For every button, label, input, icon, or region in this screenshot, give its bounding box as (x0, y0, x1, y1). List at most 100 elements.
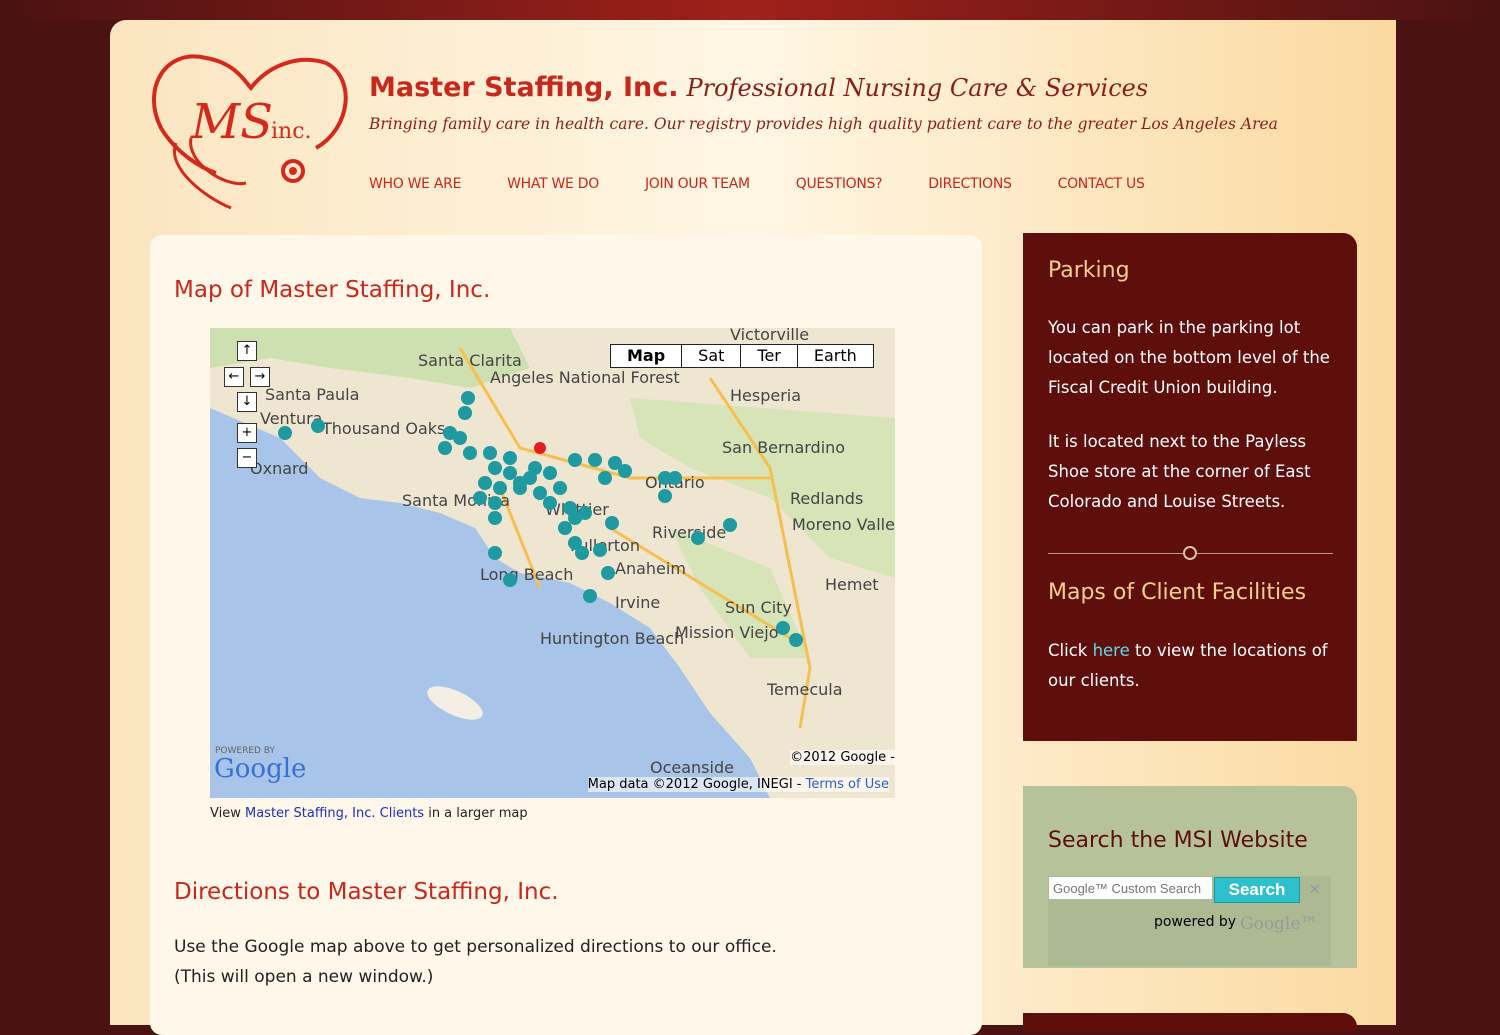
map-marker[interactable] (503, 451, 517, 465)
map-marker[interactable] (523, 471, 537, 485)
terms-of-use-link[interactable]: Terms of Use (806, 777, 889, 792)
map-marker[interactable] (593, 543, 607, 557)
facilities-here-link[interactable]: here (1093, 641, 1130, 660)
pan-up-icon[interactable]: ↑ (237, 341, 257, 361)
map-link-suffix: in a larger map (428, 806, 528, 821)
parking-panel: Parking You can park in the parking lot … (1023, 233, 1357, 741)
map-city-label: Irvine (615, 593, 660, 612)
map-city-label: Victorville (730, 328, 809, 344)
map-marker[interactable] (598, 471, 612, 485)
map-marker[interactable] (483, 446, 497, 460)
map-city-label: Oxnard (250, 459, 308, 478)
map-city-label: Moreno Valley (792, 515, 895, 534)
facilities-text: Click here to view the locations of our … (1048, 636, 1348, 696)
map-marker[interactable] (488, 511, 502, 525)
map-city-label: San Bernardino (722, 438, 845, 457)
company-name: Master Staffing, Inc. (369, 72, 679, 103)
zoom-out-icon[interactable]: − (237, 448, 257, 468)
office-marker[interactable] (534, 442, 546, 454)
map-marker[interactable] (605, 516, 619, 530)
map-marker[interactable] (568, 453, 582, 467)
search-input[interactable] (1049, 877, 1212, 899)
map-marker[interactable] (503, 573, 517, 587)
map-city-label: Thousand Oaks (321, 419, 445, 438)
map-marker[interactable] (461, 391, 475, 405)
map-type-map[interactable]: Map (611, 345, 683, 367)
pan-left-icon[interactable]: ← (224, 367, 244, 387)
map-canvas[interactable]: Santa ClaritaAngeles National ForestVict… (210, 328, 895, 798)
nav-questions[interactable]: QUESTIONS? (796, 176, 883, 192)
google-map[interactable]: Santa Clarita Angeles National Forest Vict… (210, 328, 895, 798)
clear-icon[interactable]: × (1308, 879, 1321, 898)
divider-ornament-icon (1183, 546, 1197, 560)
logo-heart-stethoscope[interactable]: MS inc. (146, 48, 356, 218)
nav-directions[interactable]: DIRECTIONS (928, 176, 1012, 192)
map-city-label: Santa Paula (265, 385, 359, 404)
map-marker[interactable] (658, 489, 672, 503)
map-marker[interactable] (513, 481, 527, 495)
map-marker[interactable] (473, 491, 487, 505)
nav-what-we-do[interactable]: WHAT WE DO (507, 176, 599, 192)
next-panel (1023, 1013, 1357, 1033)
map-city-label: Mission Viejo (675, 623, 779, 642)
map-marker[interactable] (278, 426, 292, 440)
map-marker[interactable] (543, 466, 557, 480)
map-marker[interactable] (533, 486, 547, 500)
map-marker[interactable] (488, 496, 502, 510)
map-city-label: Hesperia (730, 386, 801, 405)
facilities-prefix: Click (1048, 641, 1088, 660)
search-title: Search the MSI Website (1048, 828, 1308, 853)
map-marker[interactable] (723, 518, 737, 532)
directions-heading: Directions to Master Staffing, Inc. (174, 879, 559, 905)
directions-line-2: (This will open a new window.) (174, 967, 434, 987)
map-marker[interactable] (776, 621, 790, 635)
nav-who-we-are[interactable]: WHO WE ARE (369, 176, 461, 192)
map-marker[interactable] (488, 461, 502, 475)
map-type-sat[interactable]: Sat (682, 345, 742, 367)
google-logo[interactable]: Google (214, 754, 306, 784)
zoom-in-icon[interactable]: + (237, 423, 257, 443)
map-marker[interactable] (578, 506, 592, 520)
map-marker[interactable] (463, 446, 477, 460)
map-marker[interactable] (438, 441, 452, 455)
powered-by-text: powered by (1154, 914, 1237, 930)
facilities-title: Maps of Client Facilities (1048, 580, 1307, 605)
map-marker[interactable] (789, 633, 803, 647)
pan-down-icon[interactable]: ↓ (237, 392, 257, 412)
nav-join-our-team[interactable]: JOIN OUR TEAM (645, 176, 750, 192)
map-type-earth[interactable]: Earth (798, 345, 873, 367)
map-marker[interactable] (558, 521, 572, 535)
map-city-label: Hemet (825, 575, 879, 594)
map-marker[interactable] (583, 589, 597, 603)
map-type-ter[interactable]: Ter (741, 345, 798, 367)
map-marker[interactable] (478, 476, 492, 490)
search-panel: Search the MSI Website Search × powered … (1023, 786, 1357, 968)
map-marker[interactable] (601, 566, 615, 580)
map-marker[interactable] (488, 546, 502, 560)
map-marker[interactable] (668, 471, 682, 485)
larger-map-link[interactable]: Master Staffing, Inc. Clients (245, 806, 424, 821)
search-box: Search × powered by Google™ (1048, 876, 1331, 966)
map-marker[interactable] (543, 496, 557, 510)
nav-contact-us[interactable]: CONTACT US (1058, 176, 1145, 192)
map-marker[interactable] (618, 464, 632, 478)
map-marker[interactable] (311, 419, 325, 433)
pan-right-icon[interactable]: → (250, 367, 270, 387)
map-city-label: Oceanside (650, 758, 734, 777)
slogan: Professional Nursing Care & Services (686, 74, 1149, 102)
parking-text-2: It is located next to the Payless Shoe s… (1048, 432, 1311, 511)
directions-text: Use the Google map above to get personal… (174, 932, 777, 992)
parking-title: Parking (1048, 258, 1130, 283)
map-link-line: View Master Staffing, Inc. Clients in a … (210, 806, 528, 821)
map-marker[interactable] (453, 431, 467, 445)
directions-line-1: Use the Google map above to get personal… (174, 937, 777, 957)
map-marker[interactable] (458, 406, 472, 420)
search-button[interactable]: Search (1214, 877, 1300, 903)
map-marker[interactable] (503, 466, 517, 480)
map-marker[interactable] (588, 453, 602, 467)
map-marker[interactable] (575, 546, 589, 560)
site-title: Master Staffing, Inc. Professional Nursin… (369, 72, 1148, 103)
map-marker[interactable] (691, 531, 705, 545)
map-marker[interactable] (493, 481, 507, 495)
map-marker[interactable] (553, 481, 567, 495)
